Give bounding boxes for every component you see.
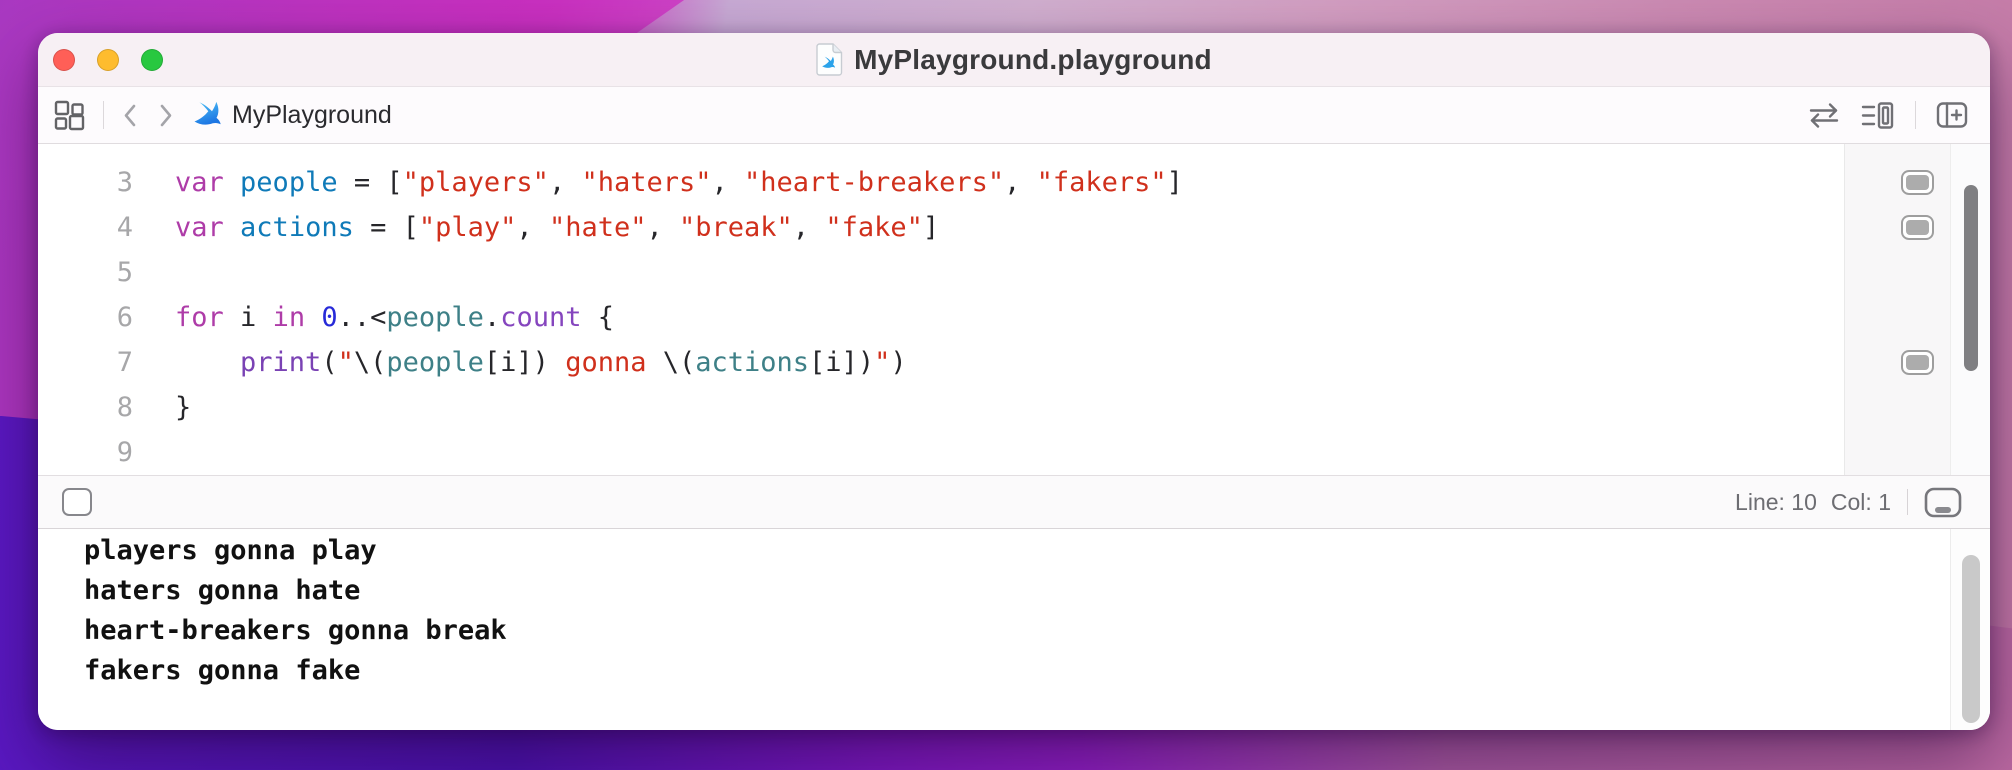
run-destination-button[interactable] <box>1807 102 1841 129</box>
add-editor-icon <box>1936 101 1968 129</box>
cursor-position: Line: 10 Col: 1 <box>1735 489 1891 516</box>
editor-options-icon <box>1861 101 1895 130</box>
forward-chevron-icon <box>157 102 174 129</box>
code-line: 9 <box>38 430 1844 475</box>
console-line: heart-breakers gonna break <box>84 611 1930 651</box>
line-number: 7 <box>38 340 133 385</box>
line-number: 3 <box>38 160 133 205</box>
code-text: } <box>133 385 191 430</box>
show-result-button[interactable] <box>1901 350 1934 375</box>
title-bar: MyPlayground.playground <box>38 33 1990 87</box>
swift-bird-icon <box>192 100 222 130</box>
code-line: 3var people = ["players", "haters", "hea… <box>38 160 1844 205</box>
toolbar-separator <box>103 101 104 129</box>
status-separator <box>1907 489 1908 515</box>
results-gutter <box>1844 144 1950 475</box>
breakpoint-checkbox[interactable] <box>62 488 92 516</box>
code-line: 7 print("\(people[i]) gonna \(actions[i]… <box>38 340 1844 385</box>
console-line: fakers gonna fake <box>84 651 1930 691</box>
console-line: players gonna play <box>84 531 1930 571</box>
back-chevron-icon <box>122 102 139 129</box>
breadcrumb-label: MyPlayground <box>232 101 392 130</box>
line-number: 6 <box>38 295 133 340</box>
code-text: var people = ["players", "haters", "hear… <box>133 160 1183 205</box>
window-title: MyPlayground.playground <box>854 44 1212 76</box>
code-text: for i in 0..<people.count { <box>133 295 614 340</box>
editor-options-button[interactable] <box>1861 101 1895 130</box>
console-line: haters gonna hate <box>84 571 1930 611</box>
editor-scrollbar-thumb[interactable] <box>1964 185 1978 371</box>
line-number: 5 <box>38 250 133 295</box>
code-text <box>133 430 175 475</box>
code-text: print("\(people[i]) gonna \(actions[i])"… <box>133 340 907 385</box>
console-scrollbar-thumb[interactable] <box>1962 555 1980 723</box>
toolbar-separator <box>1915 101 1916 129</box>
code-lines: 3var people = ["players", "haters", "hea… <box>38 160 1844 475</box>
status-bar: Line: 10 Col: 1 <box>38 475 1990 529</box>
add-editor-button[interactable] <box>1936 101 1968 129</box>
line-number: 9 <box>38 430 133 475</box>
line-number: 4 <box>38 205 133 250</box>
grid-icon <box>54 100 85 131</box>
code-line: 4var actions = ["play", "hate", "break",… <box>38 205 1844 250</box>
playgrounds-grid-button[interactable] <box>54 100 85 131</box>
code-line: 6for i in 0..<people.count { <box>38 295 1844 340</box>
back-button[interactable] <box>122 102 139 129</box>
console-lines: players gonna playhaters gonna hateheart… <box>84 531 1930 691</box>
console-output: players gonna playhaters gonna hateheart… <box>38 529 1990 730</box>
code-text <box>133 250 175 295</box>
code-line: 8} <box>38 385 1844 430</box>
code-line: 5 <box>38 250 1844 295</box>
playground-window: MyPlayground.playground <box>38 33 1990 730</box>
toolbar: MyPlayground <box>38 87 1990 144</box>
column-indicator: Col: 1 <box>1831 489 1891 516</box>
line-number: 8 <box>38 385 133 430</box>
show-result-button[interactable] <box>1901 170 1934 195</box>
playground-document-icon <box>816 43 843 76</box>
code-editor[interactable]: 3var people = ["players", "haters", "hea… <box>38 144 1844 475</box>
sync-arrows-icon <box>1807 102 1841 129</box>
editor-scrollbar-track[interactable] <box>1950 144 1990 475</box>
forward-button[interactable] <box>157 102 174 129</box>
bottom-panel-icon <box>1924 487 1962 518</box>
breadcrumb[interactable]: MyPlayground <box>192 100 392 130</box>
line-indicator: Line: 10 <box>1735 489 1817 516</box>
show-result-button[interactable] <box>1901 215 1934 240</box>
toggle-console-button[interactable] <box>1924 487 1962 518</box>
console-scrollbar-track[interactable] <box>1950 529 1990 730</box>
code-text: var actions = ["play", "hate", "break", … <box>133 205 939 250</box>
editor-pane: 3var people = ["players", "haters", "hea… <box>38 144 1990 475</box>
